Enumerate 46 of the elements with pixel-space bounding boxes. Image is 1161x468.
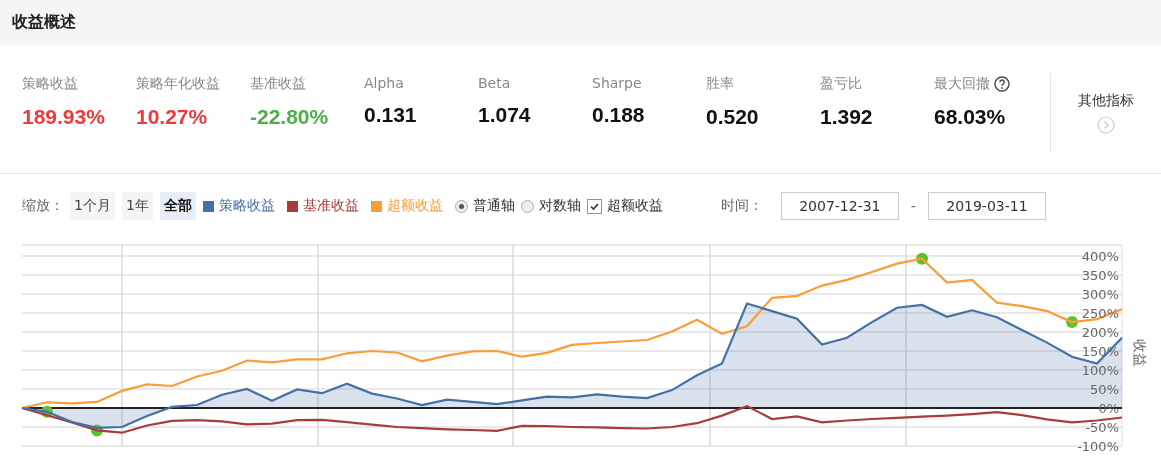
checkbox[interactable]	[586, 198, 602, 214]
metric-value: 1.392	[820, 105, 874, 129]
legend-item[interactable]: 策略收益	[218, 197, 275, 215]
metric-label: Alpha	[364, 75, 404, 91]
zoom-label: 缩放：	[22, 197, 64, 215]
radio-label[interactable]: 对数轴	[538, 197, 581, 215]
date-separator: -	[910, 198, 916, 214]
metric-label: Beta	[478, 75, 511, 91]
radio-button[interactable]	[520, 199, 534, 213]
axis-tick-label: 300%	[1081, 287, 1119, 302]
end-date-field[interactable]: 2019-03-11	[927, 192, 1046, 220]
axis-tick-label: 350%	[1081, 268, 1119, 283]
axis-tick-label: -100%	[1077, 439, 1119, 454]
start-date-field[interactable]: 2007-12-31	[780, 192, 899, 220]
metric-label: 最大回撤	[934, 75, 990, 93]
legend-item[interactable]: 基准收益	[302, 197, 359, 215]
metric-value: 0.188	[592, 103, 646, 127]
metric-label: Sharpe	[592, 75, 642, 91]
axis-tick-label: -50%	[1085, 420, 1119, 435]
help-icon[interactable]	[994, 76, 1010, 92]
zoom-button[interactable]: 全部	[159, 192, 196, 220]
axis-title: 收益	[1132, 339, 1148, 367]
section-title: 收益概述	[12, 12, 76, 33]
axis-tick-label: 100%	[1081, 363, 1119, 378]
axis-tick-label: 400%	[1081, 249, 1119, 264]
metric-value: -22.80%	[250, 105, 330, 129]
checkbox-label[interactable]: 超额收益	[606, 197, 663, 215]
metric-value: 68.03%	[934, 105, 1007, 129]
metric-label: 胜率	[706, 75, 734, 93]
metric-label: 策略收益	[22, 75, 78, 93]
radio-label[interactable]: 普通轴	[472, 197, 515, 215]
axis-tick-label: 50%	[1090, 382, 1119, 397]
metric-value: 189.93%	[22, 105, 106, 129]
date-range-label: 时间：	[720, 197, 763, 215]
metric-value: 0.520	[706, 105, 760, 129]
more-metrics-link[interactable]: 其他指标	[1078, 92, 1134, 110]
metric-value: 1.074	[478, 103, 532, 127]
zoom-button[interactable]: 1年	[121, 192, 153, 220]
radio-button[interactable]	[454, 199, 468, 213]
metric-label: 基准收益	[250, 75, 306, 93]
metric-value: 0.131	[364, 103, 418, 127]
metric-label: 盈亏比	[820, 75, 862, 93]
zoom-button[interactable]: 1个月	[70, 192, 115, 220]
metric-label: 策略年化收益	[136, 75, 220, 93]
axis-tick-label: 200%	[1081, 325, 1119, 340]
metric-value: 10.27%	[136, 105, 209, 129]
